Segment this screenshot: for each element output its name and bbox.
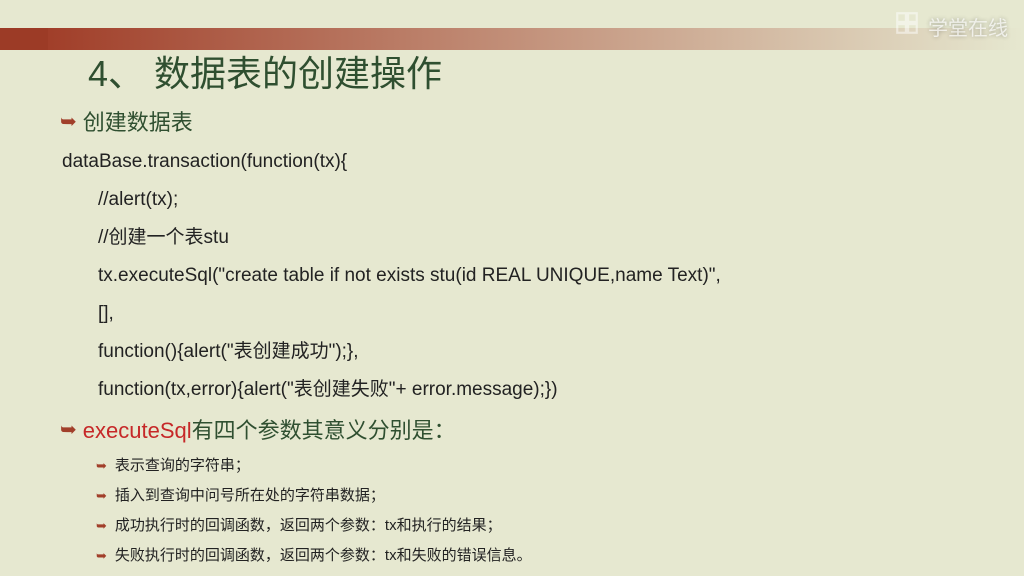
bullet-text: 有四个参数其意义分别是： (192, 418, 456, 443)
slide-title: 4、 数据表的创建操作 (60, 45, 984, 97)
bullet-arrow-icon: ➥ (96, 453, 107, 479)
sub-bullet-list: ➥ 表示查询的字符串； ➥ 插入到查询中问号所在处的字符串数据； ➥ 成功执行时… (96, 451, 984, 571)
slide: 学堂在线 4、 数据表的创建操作 ➥ 创建数据表 dataBase.transa… (0, 0, 1024, 576)
highlight-text: executeSql (83, 418, 192, 443)
bullet-arrow-icon: ➥ (60, 109, 77, 134)
code-block: dataBase.transaction(function(tx){ //ale… (62, 143, 984, 409)
code-line: dataBase.transaction(function(tx){ (62, 143, 984, 181)
sub-bullet-text: 成功执行时的回调函数，返回两个参数：tx和执行的结果； (115, 511, 502, 541)
code-line: [], (62, 295, 984, 333)
bullet-executesql: ➥ executeSql有四个参数其意义分别是： (60, 413, 984, 445)
sub-bullet-text: 表示查询的字符串； (115, 451, 250, 481)
bullet-arrow-icon: ➥ (60, 417, 77, 442)
bullet-arrow-icon: ➥ (96, 483, 107, 509)
watermark-text: 学堂在线 (928, 12, 1008, 41)
code-line: function(tx,error){alert("表创建失败"+ error.… (62, 371, 984, 409)
code-line: //alert(tx); (62, 181, 984, 219)
code-line: function(){alert("表创建成功");}, (62, 333, 984, 371)
code-line: tx.executeSql("create table if not exist… (62, 257, 984, 295)
sub-bullet: ➥ 表示查询的字符串； (96, 451, 984, 481)
sub-bullet-text: 失败执行时的回调函数，返回两个参数：tx和失败的错误信息。 (115, 541, 532, 571)
bullet-arrow-icon: ➥ (96, 543, 107, 569)
sub-bullet: ➥ 失败执行时的回调函数，返回两个参数：tx和失败的错误信息。 (96, 541, 984, 571)
code-line: //创建一个表stu (62, 219, 984, 257)
bullet-create-table: ➥ 创建数据表 (60, 105, 984, 137)
slide-content: 4、 数据表的创建操作 ➥ 创建数据表 dataBase.transaction… (60, 45, 984, 571)
watermark-icon (894, 10, 920, 42)
bullet-text: 创建数据表 (83, 105, 193, 137)
watermark: 学堂在线 (894, 10, 1008, 42)
sub-bullet: ➥ 成功执行时的回调函数，返回两个参数：tx和执行的结果； (96, 511, 984, 541)
sub-bullet: ➥ 插入到查询中问号所在处的字符串数据； (96, 481, 984, 511)
sub-bullet-text: 插入到查询中问号所在处的字符串数据； (115, 481, 385, 511)
bullet-arrow-icon: ➥ (96, 513, 107, 539)
